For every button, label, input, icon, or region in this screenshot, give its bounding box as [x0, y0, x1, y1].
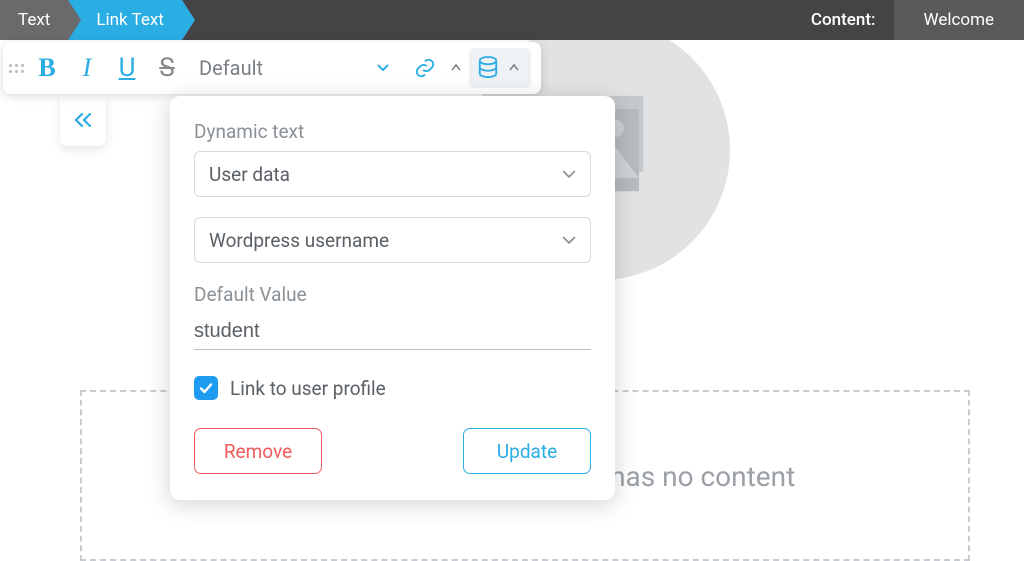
italic-button[interactable]: I	[67, 48, 107, 88]
data-source-select[interactable]: User data	[194, 151, 591, 197]
breadcrumb-text[interactable]: Text	[0, 0, 68, 40]
drag-handle-icon[interactable]	[9, 64, 27, 73]
welcome-tab-label: Welcome	[924, 10, 995, 30]
data-field-select[interactable]: Wordpress username	[194, 217, 591, 263]
link-menu-caret[interactable]	[447, 63, 465, 73]
breadcrumb: Text Link Text	[0, 0, 182, 40]
dynamic-text-label: Dynamic text	[194, 120, 591, 143]
data-field-value: Wordpress username	[209, 229, 389, 252]
bold-button[interactable]: B	[27, 48, 67, 88]
welcome-tab[interactable]: Welcome	[894, 0, 1024, 40]
chevron-down-icon	[562, 167, 576, 181]
default-value-input[interactable]	[194, 314, 591, 350]
breadcrumb-label: Link Text	[96, 10, 164, 30]
breadcrumb-link-text[interactable]: Link Text	[68, 0, 182, 40]
dynamic-text-popover: Dynamic text User data Wordpress usernam…	[170, 96, 615, 500]
link-profile-label: Link to user profile	[230, 377, 386, 400]
dynamic-data-button[interactable]	[469, 48, 531, 88]
top-bar: Text Link Text Content: Welcome	[0, 0, 1024, 40]
font-family-value: Default	[199, 56, 263, 80]
strikethrough-button[interactable]: S	[147, 48, 187, 88]
text-toolbar: B I U S Default	[3, 42, 541, 94]
remove-button[interactable]: Remove	[194, 428, 322, 474]
update-button-label: Update	[497, 440, 557, 463]
underline-button[interactable]: U	[107, 48, 147, 88]
dynamic-data-caret	[505, 63, 523, 73]
chevron-down-icon	[562, 233, 576, 247]
update-button[interactable]: Update	[463, 428, 591, 474]
data-source-value: User data	[209, 163, 290, 186]
default-value-label: Default Value	[194, 283, 591, 306]
collapse-toolbar-button[interactable]	[60, 94, 106, 146]
link-profile-checkbox[interactable]	[194, 376, 218, 400]
database-icon	[477, 56, 499, 80]
link-button[interactable]	[405, 48, 445, 88]
breadcrumb-label: Text	[18, 10, 50, 30]
remove-button-label: Remove	[224, 440, 292, 463]
caret-down-icon	[377, 62, 389, 74]
topbar-right: Content: Welcome	[793, 0, 1024, 40]
content-label: Content:	[793, 0, 894, 40]
font-family-select[interactable]: Default	[199, 56, 389, 80]
